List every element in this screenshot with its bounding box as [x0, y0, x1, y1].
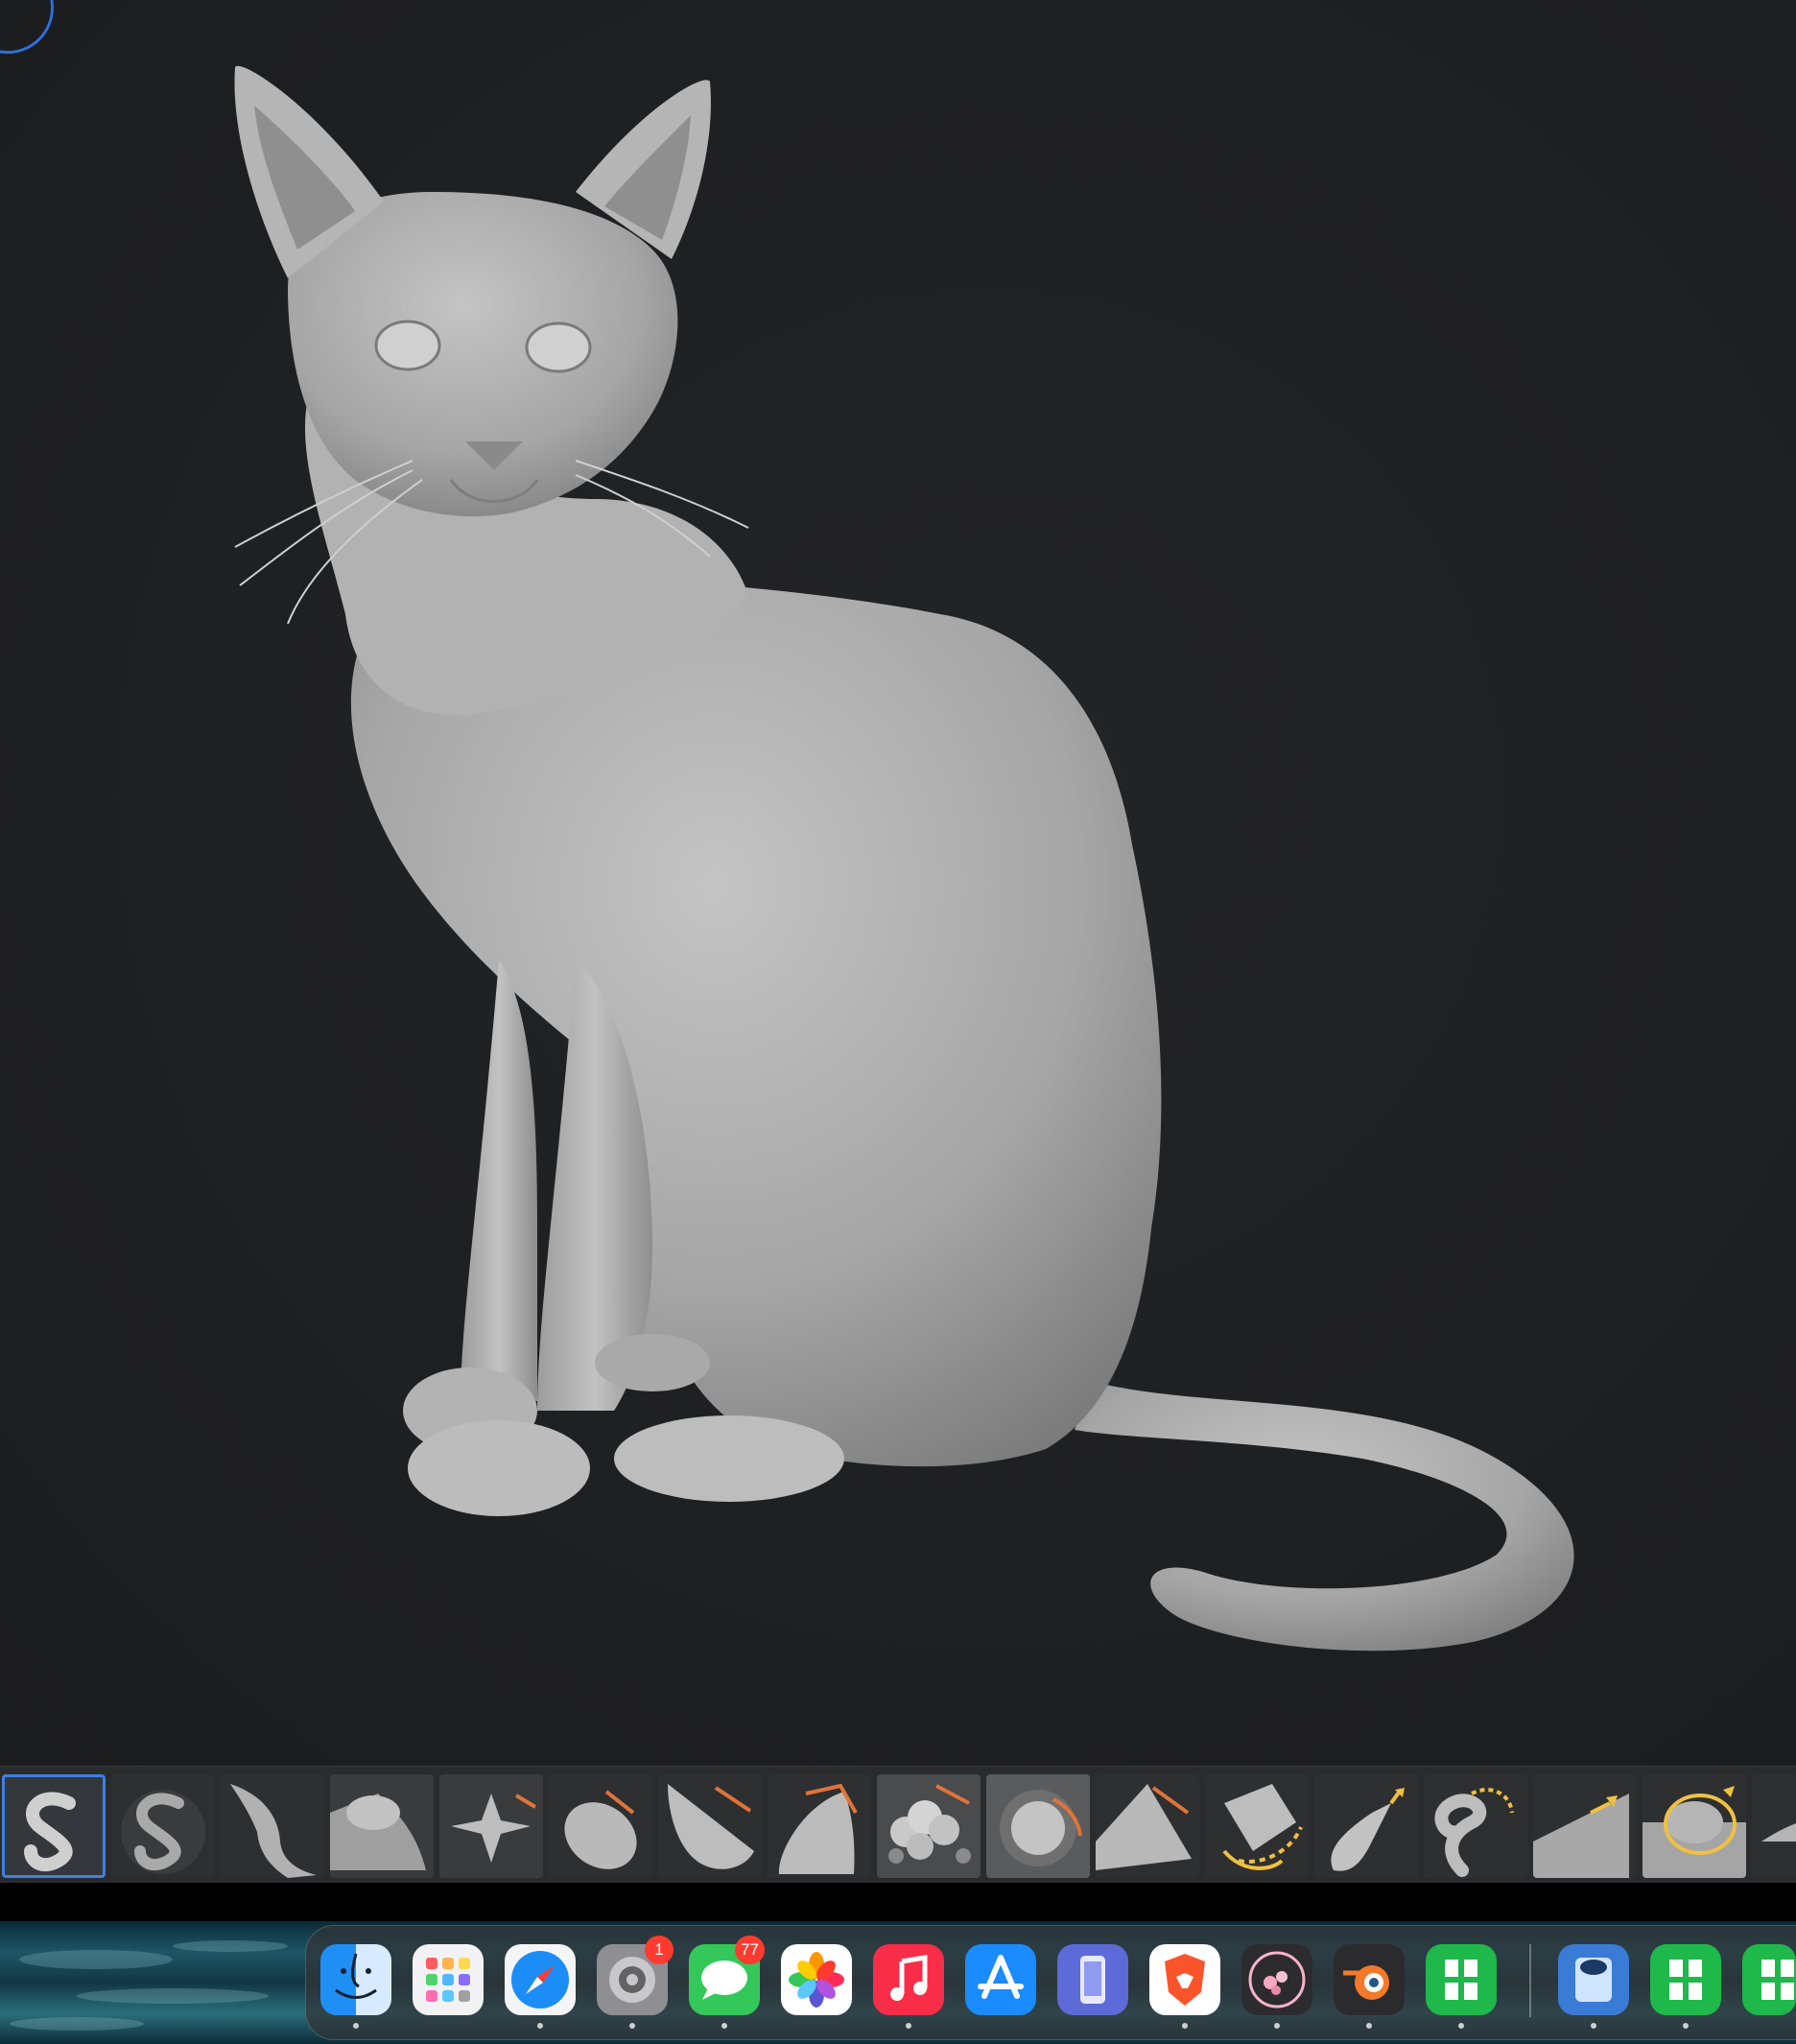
- move-brush-icon: [230, 1784, 317, 1878]
- snakehook-brush-icon: [1222, 1784, 1303, 1870]
- dock-separator: [1529, 1944, 1531, 2017]
- planar-brush-icon: [1096, 1784, 1192, 1870]
- trim-dynamic-brush-icon: [668, 1784, 754, 1869]
- noise-brush-icon: [877, 1774, 981, 1878]
- insert-mesh-brush-icon: [1642, 1786, 1746, 1878]
- brush-noise[interactable]: [877, 1774, 981, 1878]
- brush-shelf: [0, 1766, 1796, 1884]
- dock-app-numbers[interactable]: [1426, 1944, 1497, 2015]
- dock-app-brave[interactable]: [1149, 1944, 1220, 2015]
- dock-app-photos[interactable]: [781, 1944, 852, 2015]
- curve-tube-brush-icon: [1434, 1788, 1514, 1877]
- launchpad-icon: [413, 1944, 484, 2015]
- dock-app-blender[interactable]: [1334, 1944, 1405, 2015]
- dock-app-music[interactable]: [873, 1944, 944, 2015]
- safari-icon: [505, 1944, 576, 2015]
- brush-imm[interactable]: [1533, 1774, 1637, 1878]
- chisel-brush-icon: [1761, 1823, 1796, 1842]
- running-indicator: [1683, 2023, 1689, 2029]
- brush-flatten[interactable]: [549, 1774, 652, 1878]
- pinch-brush-icon: [439, 1774, 543, 1878]
- numbers-icon: [1426, 1944, 1497, 2015]
- brush-chisel[interactable]: [1752, 1774, 1796, 1878]
- brush-insert-mesh[interactable]: [1642, 1774, 1746, 1878]
- dock-app-app-store[interactable]: [965, 1944, 1036, 2015]
- brush-trim-dynamic[interactable]: [658, 1774, 762, 1878]
- cat-eye-left: [374, 320, 441, 371]
- brush-standard[interactable]: [2, 1774, 106, 1878]
- settings-badge: 1: [645, 1936, 674, 1964]
- separator-bar: [0, 1883, 1796, 1921]
- dock-app-numbers-2[interactable]: [1650, 1944, 1721, 2015]
- dock-app-blossom[interactable]: [1241, 1944, 1312, 2015]
- running-indicator: [1366, 2023, 1372, 2029]
- clay-buildup-brush-icon: [121, 1790, 205, 1874]
- brush-hpolish[interactable]: [768, 1774, 871, 1878]
- photos-icon: [781, 1944, 852, 2015]
- brush-snakehook[interactable]: [1205, 1774, 1309, 1878]
- dock-app-safari[interactable]: [505, 1944, 576, 2015]
- dock-app-numbers-3[interactable]: [1742, 1944, 1796, 2015]
- numbers-icon: [1650, 1944, 1721, 2015]
- standard-brush-icon: [2, 1774, 106, 1878]
- finder-icon: [320, 1944, 391, 2015]
- brush-curve[interactable]: [1314, 1774, 1418, 1878]
- brush-dam-standard[interactable]: [986, 1774, 1090, 1878]
- hpolish-brush-icon: [778, 1783, 858, 1874]
- brave-lion-icon: [1149, 1944, 1220, 2015]
- dock-app-simulator[interactable]: [1057, 1944, 1128, 2015]
- cat-paw-back-left: [595, 1334, 710, 1391]
- brush-clay-buildup[interactable]: [111, 1774, 215, 1878]
- messages-badge: 77: [735, 1936, 765, 1964]
- blossom-icon: [1241, 1944, 1312, 2015]
- cat-head: [288, 192, 678, 517]
- running-indicator: [1182, 2023, 1188, 2029]
- running-indicator: [353, 2023, 359, 2029]
- dock-app-finder[interactable]: [320, 1944, 391, 2015]
- music-note-icon: [873, 1944, 944, 2015]
- brush-move[interactable]: [221, 1774, 324, 1878]
- app-store-icon: [965, 1944, 1036, 2015]
- flatten-brush-icon: [564, 1790, 637, 1869]
- brush-planar[interactable]: [1096, 1774, 1199, 1878]
- dock-app-launchpad[interactable]: [413, 1944, 484, 2015]
- inflate-brush-icon: [330, 1774, 434, 1878]
- imm-brush-icon: [1533, 1794, 1629, 1878]
- sculpt-viewport[interactable]: [0, 0, 1796, 1766]
- dam-standard-brush-icon: [986, 1774, 1090, 1878]
- cat-tail: [1075, 1382, 1574, 1652]
- cat-sculpt-model[interactable]: [0, 0, 1796, 1766]
- screen-capture-icon: [1558, 1944, 1629, 2015]
- cat-eye-right: [525, 321, 592, 373]
- running-indicator: [721, 2023, 727, 2029]
- cat-paw-back-right: [614, 1415, 844, 1502]
- running-indicator: [629, 2023, 635, 2029]
- running-indicator: [1458, 2023, 1464, 2029]
- numbers-icon: [1742, 1944, 1796, 2015]
- running-indicator: [1274, 2023, 1280, 2029]
- cat-paw-front-right: [408, 1420, 590, 1516]
- brush-pinch[interactable]: [439, 1774, 543, 1878]
- brush-inflate[interactable]: [330, 1774, 434, 1878]
- blender-icon: [1334, 1944, 1405, 2015]
- simulator-icon: [1057, 1944, 1128, 2015]
- brush-curve-tube[interactable]: [1424, 1774, 1527, 1878]
- dock-app-screen-capture[interactable]: [1558, 1944, 1629, 2015]
- cat-front-leg-left: [461, 960, 537, 1401]
- running-indicator: [906, 2023, 911, 2029]
- running-indicator: [1591, 2023, 1596, 2029]
- curve-brush-icon: [1331, 1788, 1405, 1871]
- running-indicator: [537, 2023, 543, 2029]
